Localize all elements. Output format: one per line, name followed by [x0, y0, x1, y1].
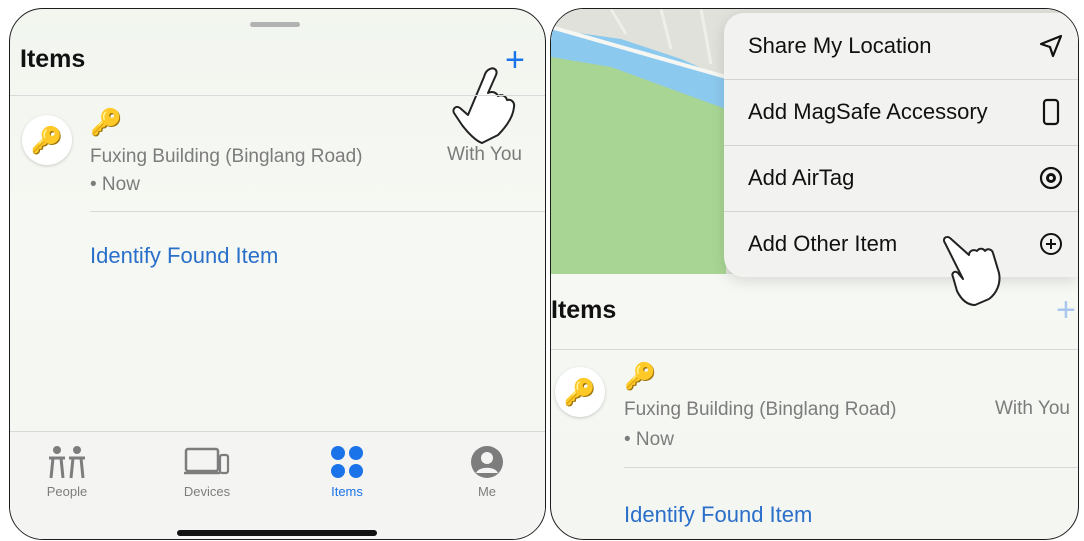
tab-bar: People Devices Items Me — [10, 431, 545, 539]
add-menu: Share My Location Add MagSafe Accessory … — [724, 13, 1078, 277]
items-title: Items — [551, 296, 617, 324]
location-arrow-icon — [1036, 31, 1066, 61]
tab-me-label: Me — [477, 484, 497, 499]
tab-items[interactable]: Items — [302, 442, 392, 499]
item-status: With You — [447, 144, 522, 165]
menu-label: Share My Location — [748, 33, 932, 58]
person-icon — [442, 442, 532, 482]
item-name-emoji: 🔑 — [90, 107, 123, 137]
people-icon — [22, 442, 112, 482]
item-time: • Now — [90, 174, 140, 195]
tab-people-label: People — [46, 484, 88, 499]
item-avatar: 🔑 — [555, 367, 605, 417]
row-divider — [624, 467, 1078, 468]
items-sheet-right: Share My Location Add MagSafe Accessory … — [550, 8, 1079, 540]
tab-items-label: Items — [331, 484, 363, 499]
tab-me[interactable]: Me — [442, 442, 532, 499]
phone-icon — [1036, 97, 1066, 127]
key-icon: 🔑 — [563, 377, 597, 407]
row-divider — [90, 211, 545, 212]
airtag-icon — [1036, 163, 1066, 193]
tab-devices[interactable]: Devices — [162, 442, 252, 499]
plus-circle-icon — [1036, 229, 1066, 259]
key-icon: 🔑 — [30, 125, 64, 155]
header-divider — [551, 349, 1078, 350]
item-location: Fuxing Building (Binglang Road) — [90, 146, 363, 167]
tap-hand-icon — [452, 67, 516, 144]
tab-people[interactable]: People — [22, 442, 112, 499]
menu-share-my-location[interactable]: Share My Location — [724, 13, 1078, 79]
item-time: • Now — [624, 429, 674, 450]
tab-devices-label: Devices — [183, 484, 231, 499]
header-divider — [10, 95, 545, 96]
items-title: Items — [20, 45, 86, 73]
item-status: With You — [995, 398, 1070, 419]
menu-label: Add AirTag — [748, 165, 855, 190]
items-sheet-left: Items + 🔑 🔑 Fuxing Building (Binglang Ro… — [9, 8, 546, 540]
identify-found-item-link[interactable]: Identify Found Item — [624, 502, 812, 528]
devices-icon — [162, 442, 252, 482]
tap-hand-icon — [942, 235, 1001, 306]
item-name-emoji: 🔑 — [624, 361, 657, 391]
home-indicator — [177, 530, 377, 536]
menu-add-magsafe[interactable]: Add MagSafe Accessory — [724, 79, 1078, 145]
menu-add-airtag[interactable]: Add AirTag — [724, 145, 1078, 211]
item-avatar: 🔑 — [22, 115, 72, 165]
identify-found-item-link[interactable]: Identify Found Item — [90, 243, 278, 269]
sheet-grabber[interactable] — [250, 22, 300, 27]
menu-label: Add Other Item — [748, 231, 898, 256]
item-location: Fuxing Building (Binglang Road) — [624, 399, 897, 420]
add-item-button[interactable]: + — [1056, 293, 1076, 327]
menu-label: Add MagSafe Accessory — [748, 99, 988, 124]
items-icon — [302, 442, 392, 482]
menu-add-other-item[interactable]: Add Other Item — [724, 211, 1078, 277]
